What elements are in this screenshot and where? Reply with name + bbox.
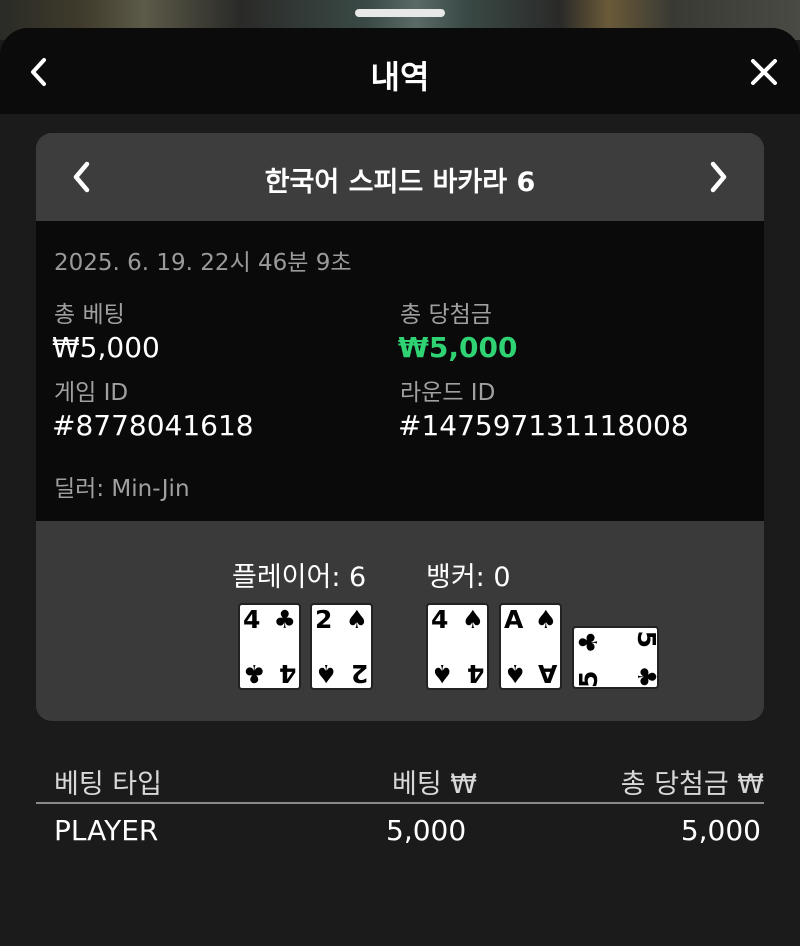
dealer-name: 딜러: Min-Jin: [54, 476, 190, 502]
win-amount-cell: 5,000: [680, 814, 761, 847]
round-detail-card: 한국어 스피드 바카라 6 2025. 6. 19. 22시 46분 9초 총 …: [36, 133, 764, 721]
total-bet-value: ₩5,000: [52, 331, 160, 364]
drag-handle[interactable]: [355, 9, 445, 17]
header-bet-type: 베팅 타입: [54, 769, 162, 800]
header-bar: 내역: [0, 28, 800, 114]
game-name: 한국어 스피드 바카라 6: [264, 167, 536, 198]
header-bet-amount: 베팅 ₩: [392, 769, 477, 800]
header-total-win: 총 당첨금 ₩: [620, 769, 764, 800]
banker-score: 뱅커: 0: [426, 562, 511, 593]
player-card: 4 ♣ ♣ 4: [238, 603, 301, 690]
round-id-label: 라운드 ID: [400, 380, 496, 406]
bets-table-header: 베팅 타입 베팅 ₩ 총 당첨금 ₩: [36, 758, 764, 804]
total-win-label: 총 당첨금: [400, 302, 492, 328]
next-round-button[interactable]: [702, 159, 736, 195]
bet-type-cell: PLAYER: [54, 814, 159, 847]
total-win-value: ₩5,000: [398, 331, 518, 364]
game-id-label: 게임 ID: [54, 380, 129, 406]
close-icon: [751, 59, 777, 85]
round-info: 2025. 6. 19. 22시 46분 9초 총 베팅 ₩5,000 총 당첨…: [36, 221, 764, 521]
bet-amount-cell: 5,000: [386, 814, 467, 847]
banker-card: A ♠ ♠ A: [499, 603, 562, 690]
game-id-value: #8778041618: [52, 409, 254, 442]
history-sheet: 내역 한국어 스피드 바카라 6 2025. 6. 19. 22시 46분 9초…: [0, 28, 800, 946]
chevron-right-icon: [710, 161, 727, 193]
round-datetime: 2025. 6. 19. 22시 46분 9초: [54, 250, 352, 276]
table-row: PLAYER 5,000 5,000: [36, 806, 764, 852]
game-header: 한국어 스피드 바카라 6: [36, 133, 764, 221]
page-title: 내역: [370, 58, 430, 96]
total-bet-label: 총 베팅: [54, 302, 125, 328]
close-button[interactable]: [746, 54, 782, 90]
player-card: 2 ♠ ♠ 2: [310, 603, 373, 690]
round-id-value: #147597131118008: [398, 409, 689, 442]
player-score: 플레이어: 6: [232, 562, 367, 593]
banker-card: 4 ♠ ♠ 4: [426, 603, 489, 690]
banker-third-card: 5 ♣ ♣ 5: [572, 626, 661, 689]
hands-area: 플레이어: 6 뱅커: 0 4 ♣ ♣ 4 2 ♠ ♠ 2 4 ♠ ♠ 4 A: [36, 521, 764, 721]
